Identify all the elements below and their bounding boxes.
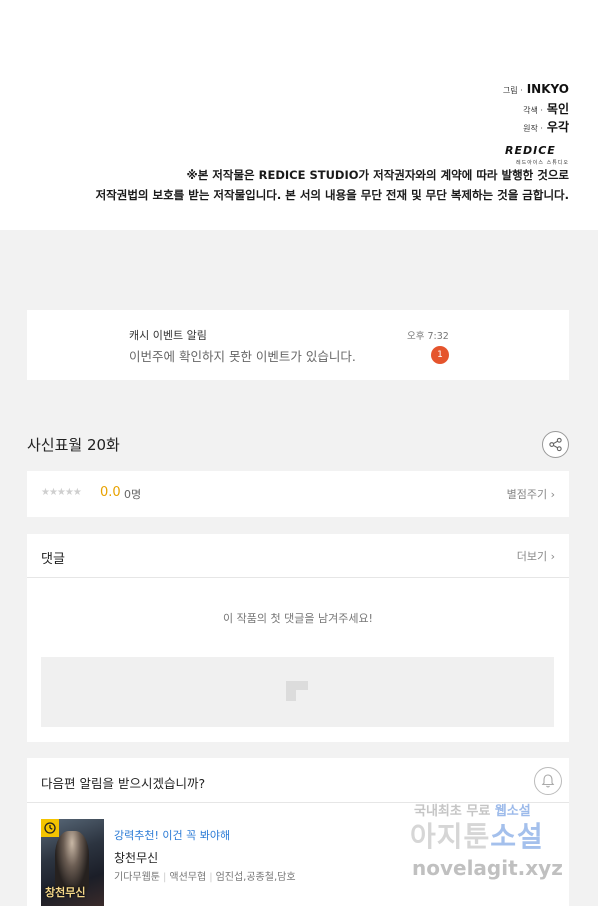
comment-placeholder-icon (286, 681, 308, 701)
rating-score: 0.0 (100, 485, 121, 500)
rate-button[interactable]: 별점주기 › (507, 486, 555, 502)
copyright-line-2: 저작권법의 보호를 받는 저작물입니다. 본 서의 내용을 무단 전재 및 무단… (95, 188, 569, 202)
tag-separator: | (163, 872, 167, 883)
thumbnail-figure (55, 831, 89, 891)
rating-count: 0명 (124, 488, 142, 501)
recommendation-title[interactable]: 창천무신 (114, 849, 158, 866)
credit-adapt-role: 각색 · (523, 106, 543, 115)
tag-authors: 엄진섭,공종철,담호 (215, 872, 296, 883)
comments-section: 댓글 더보기 › 이 작품의 첫 댓글을 남겨주세요! (27, 534, 569, 742)
notification-time: 오후 7:32 (407, 331, 449, 342)
copyright-line-1: ※본 저작물은 REDICE STUDIO가 저작권자와의 계약에 따라 발행한… (186, 168, 569, 182)
bell-icon (541, 774, 555, 788)
studio-logo-text: REDICE (505, 144, 556, 157)
comments-more-button[interactable]: 더보기 › (517, 548, 555, 564)
notification-title: 캐시 이벤트 알림 (129, 329, 207, 342)
studio-logo: REDICE 레드아이스 스튜디오 (505, 139, 569, 166)
tag-wait-free: 기다무웹툰 (114, 872, 160, 883)
cash-event-notification[interactable]: 캐시 이벤트 알림 이번주에 확인하지 못한 이벤트가 있습니다. 오후 7:3… (27, 310, 569, 380)
rating-stars: ★★★★★ (41, 487, 82, 498)
clock-icon (44, 822, 56, 834)
tag-separator: | (209, 872, 213, 883)
comment-input[interactable] (41, 657, 554, 727)
recommendation-label: 강력추천! 이건 꼭 봐야해 (114, 829, 231, 842)
recommendation-tags: 기다무웹툰 | 액션무협 | 엄진섭,공종철,담호 (114, 868, 296, 883)
credit-art-name: INKYO (526, 82, 569, 96)
subscribe-question: 다음편 알림을 받으시겠습니까? (41, 776, 206, 791)
wait-free-badge (41, 819, 59, 837)
credits-panel: 그림 · INKYO 각색 · 목인 원작 · 우각 REDICE 레드아이스 스튜디… (0, 0, 598, 230)
credit-art-role: 그림 · (502, 86, 523, 95)
credit-adapt: 각색 · 목인 (523, 100, 569, 117)
credit-original-role: 원작 · (523, 124, 543, 133)
credit-original-name: 우각 (546, 120, 569, 134)
episode-title: 사신표월 20화 (27, 436, 120, 454)
empty-comment-message: 이 작품의 첫 댓글을 남겨주세요! (223, 612, 373, 625)
subscribe-bell-button[interactable] (534, 767, 562, 795)
notification-body: 이번주에 확인하지 못한 이벤트가 있습니다. (129, 349, 356, 364)
comments-title: 댓글 (41, 552, 65, 567)
notification-badge: 1 (431, 346, 449, 364)
tag-genre: 액션무협 (169, 872, 207, 883)
share-button[interactable] (542, 431, 569, 458)
comments-header: 댓글 더보기 › (27, 534, 569, 578)
share-icon (549, 437, 562, 452)
recommendation-thumbnail[interactable]: 창천무신 (41, 819, 104, 906)
thumbnail-title: 창천무신 (45, 886, 86, 899)
credit-adapt-name: 목인 (546, 102, 569, 116)
credit-art: 그림 · INKYO (503, 82, 569, 96)
rating-card: ★★★★★ 0.0 0명 별점주기 › (27, 471, 569, 517)
credit-original: 원작 · 우각 (523, 118, 569, 135)
subscribe-header: 다음편 알림을 받으시겠습니까? (27, 758, 569, 803)
subscribe-section: 다음편 알림을 받으시겠습니까? 창천무신 강력추천! 이건 꼭 봐야해 창천무… (27, 758, 569, 906)
